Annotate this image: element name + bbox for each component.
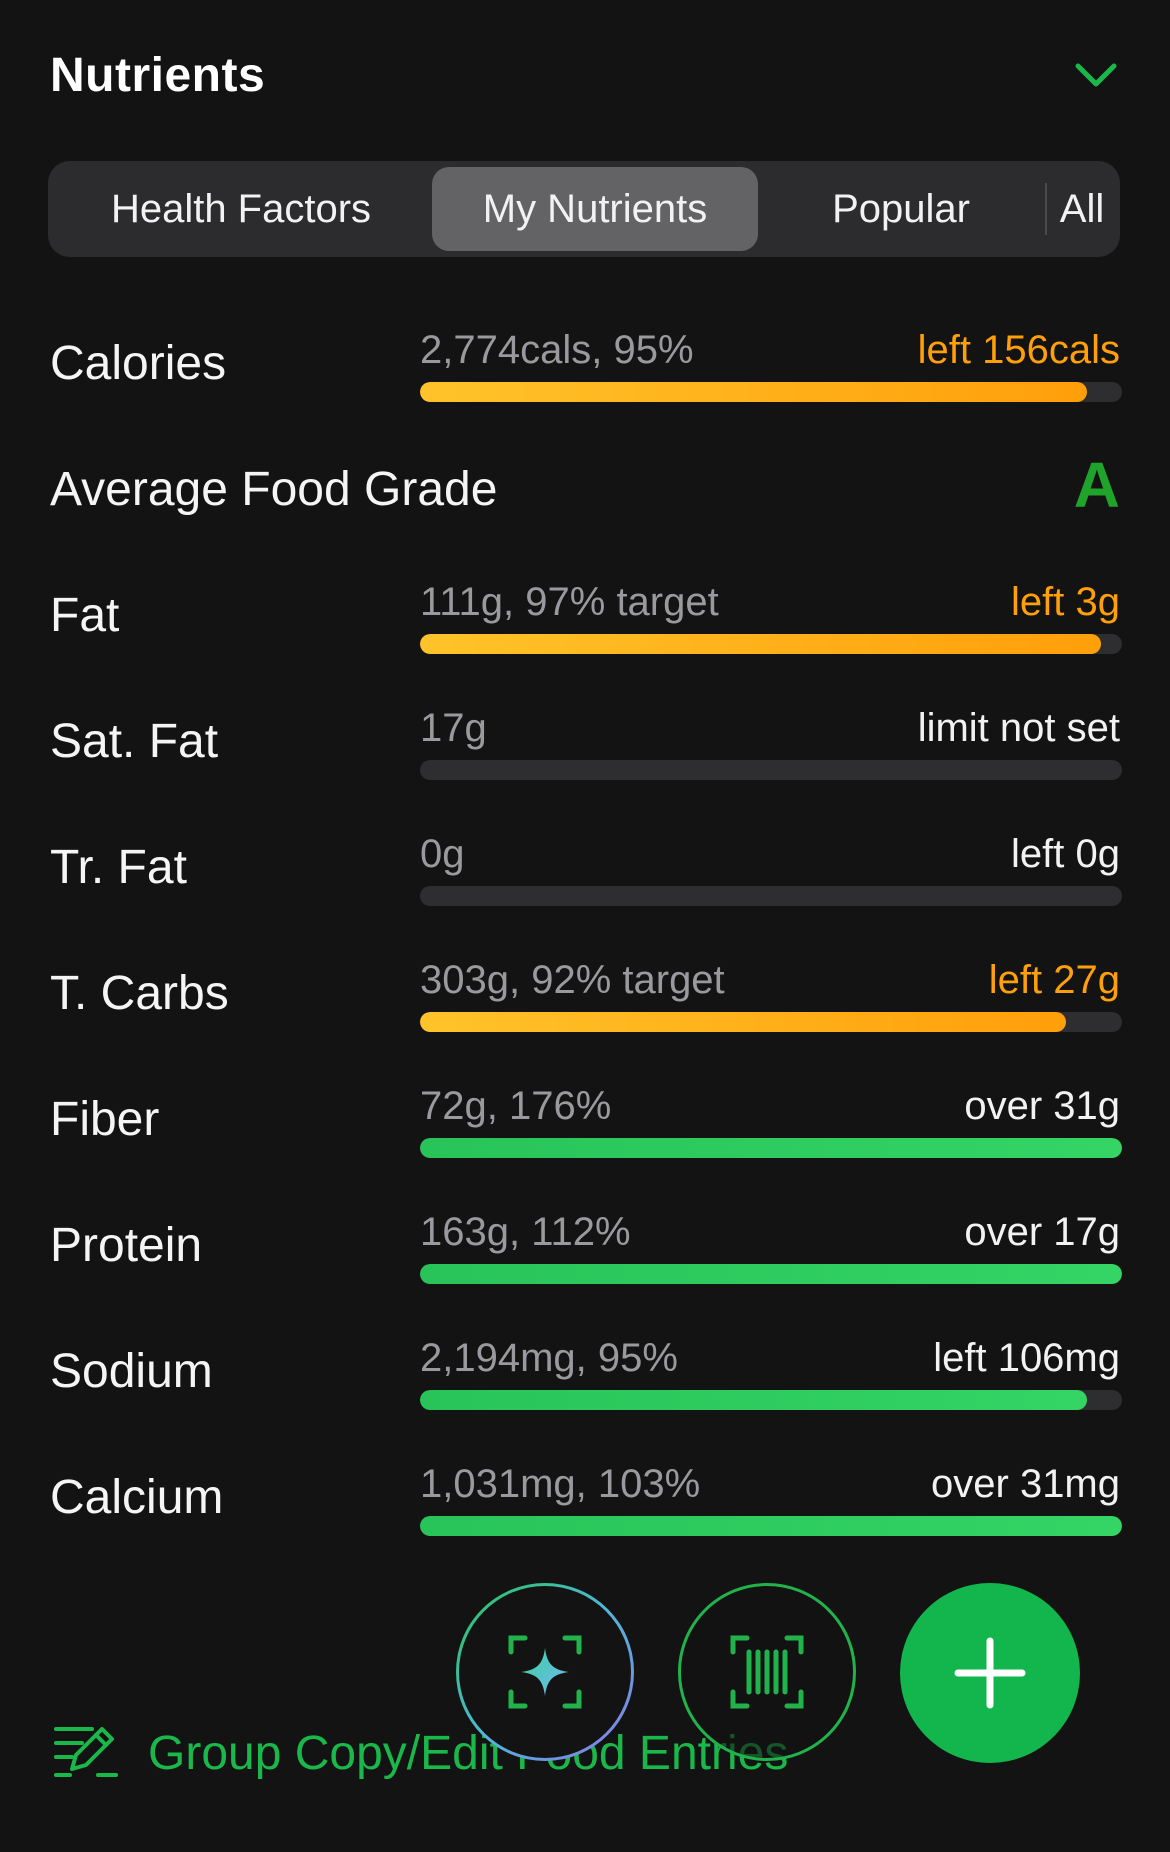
group-copy-edit-link[interactable]: Group Copy/Edit Food Entries bbox=[52, 1718, 788, 1788]
nutrient-status: over 17g bbox=[964, 1210, 1120, 1254]
nutrient-status: left 0g bbox=[1011, 832, 1120, 876]
nutrient-label: Protein bbox=[50, 1219, 203, 1272]
nutrient-value: 72g, 176% bbox=[420, 1084, 612, 1128]
nutrient-status: left 27g bbox=[988, 958, 1120, 1002]
nutrient-status: left 106mg bbox=[933, 1336, 1120, 1380]
section-title: Nutrients bbox=[50, 49, 266, 102]
nutrients-header[interactable]: Nutrients bbox=[50, 40, 1120, 112]
nutrient-label: Sat. Fat bbox=[50, 715, 219, 768]
nutrient-row-sodium[interactable]: Sodium 2,194mg, 95% left 106mg bbox=[0, 1308, 1170, 1434]
nutrient-row-food-grade[interactable]: Average Food Grade A bbox=[0, 426, 1170, 552]
tab-health-factors[interactable]: Health Factors bbox=[54, 167, 428, 251]
progress-track bbox=[420, 382, 1122, 402]
nutrient-label: Calcium bbox=[50, 1471, 224, 1524]
progress-track bbox=[420, 634, 1122, 654]
nutrient-value: 163g, 112% bbox=[420, 1210, 631, 1254]
add-food-button[interactable] bbox=[900, 1583, 1080, 1763]
nutrient-label: Average Food Grade bbox=[50, 463, 498, 516]
nutrient-status: over 31g bbox=[964, 1084, 1120, 1128]
nutrient-label: Sodium bbox=[50, 1345, 213, 1398]
progress-track bbox=[420, 1516, 1122, 1536]
progress-track bbox=[420, 1264, 1122, 1284]
nutrient-row-fiber[interactable]: Fiber 72g, 176% over 31g bbox=[0, 1056, 1170, 1182]
progress-track bbox=[420, 1390, 1122, 1410]
nutrient-row-calcium[interactable]: Calcium 1,031mg, 103% over 31mg bbox=[0, 1434, 1170, 1560]
progress-fill bbox=[420, 382, 1087, 402]
progress-track bbox=[420, 1012, 1122, 1032]
sparkle-scan-icon bbox=[508, 1635, 582, 1709]
progress-fill bbox=[420, 634, 1101, 654]
food-grade-badge: A bbox=[1073, 449, 1120, 521]
nutrient-value: 2,194mg, 95% bbox=[420, 1336, 678, 1380]
nutrient-value: 1,031mg, 103% bbox=[420, 1462, 701, 1506]
barcode-scan-icon bbox=[730, 1635, 804, 1709]
nutrient-status: over 31mg bbox=[931, 1462, 1120, 1506]
nutrient-label: Calories bbox=[50, 337, 227, 390]
progress-track bbox=[420, 760, 1122, 780]
barcode-scan-button[interactable] bbox=[678, 1583, 856, 1761]
tab-divider bbox=[1045, 183, 1047, 235]
nutrient-value: 2,774cals, 95% bbox=[420, 328, 694, 372]
progress-fill bbox=[420, 1264, 1122, 1284]
ai-scan-button[interactable] bbox=[456, 1583, 634, 1761]
edit-list-icon bbox=[54, 1727, 118, 1777]
nutrient-value: 303g, 92% target bbox=[420, 958, 725, 1002]
nutrient-row-calories[interactable]: Calories 2,774cals, 95% left 156cals bbox=[0, 300, 1170, 426]
nutrient-label: Fiber bbox=[50, 1093, 160, 1146]
progress-fill bbox=[420, 1138, 1122, 1158]
nutrient-status: limit not set bbox=[917, 706, 1120, 750]
progress-fill bbox=[420, 1390, 1087, 1410]
nutrient-row-protein[interactable]: Protein 163g, 112% over 17g bbox=[0, 1182, 1170, 1308]
nutrient-value: 0g bbox=[420, 832, 465, 876]
tab-all[interactable]: All bbox=[1050, 167, 1114, 251]
nutrient-row-t-carbs[interactable]: T. Carbs 303g, 92% target left 27g bbox=[0, 930, 1170, 1056]
group-copy-edit-label: Group Copy/Edit Food Entries bbox=[148, 1726, 789, 1780]
nutrient-row-fat[interactable]: Fat 111g, 97% target left 3g bbox=[0, 552, 1170, 678]
nutrient-status: left 3g bbox=[1011, 580, 1120, 624]
nutrient-label: Fat bbox=[50, 589, 120, 642]
nutrients-screen: Nutrients Health Factors My Nutrients Po… bbox=[0, 0, 1170, 1852]
nutrient-value: 111g, 97% target bbox=[420, 580, 719, 624]
nutrient-status: left 156cals bbox=[917, 328, 1120, 372]
nutrient-label: Tr. Fat bbox=[50, 841, 187, 894]
tab-popular[interactable]: Popular bbox=[762, 167, 1040, 251]
nutrient-row-tr-fat[interactable]: Tr. Fat 0g left 0g bbox=[0, 804, 1170, 930]
progress-fill bbox=[420, 1516, 1122, 1536]
nutrient-filter-segmented-control: Health Factors My Nutrients Popular All bbox=[48, 161, 1120, 257]
nutrient-label: T. Carbs bbox=[50, 967, 229, 1020]
progress-track bbox=[420, 1138, 1122, 1158]
nutrient-row-sat-fat[interactable]: Sat. Fat 17g limit not set bbox=[0, 678, 1170, 804]
plus-icon bbox=[954, 1637, 1026, 1709]
tab-my-nutrients[interactable]: My Nutrients bbox=[432, 167, 758, 251]
nutrient-value: 17g bbox=[420, 706, 487, 750]
progress-fill bbox=[420, 1012, 1066, 1032]
progress-track bbox=[420, 886, 1122, 906]
chevron-down-icon[interactable] bbox=[1072, 56, 1120, 96]
